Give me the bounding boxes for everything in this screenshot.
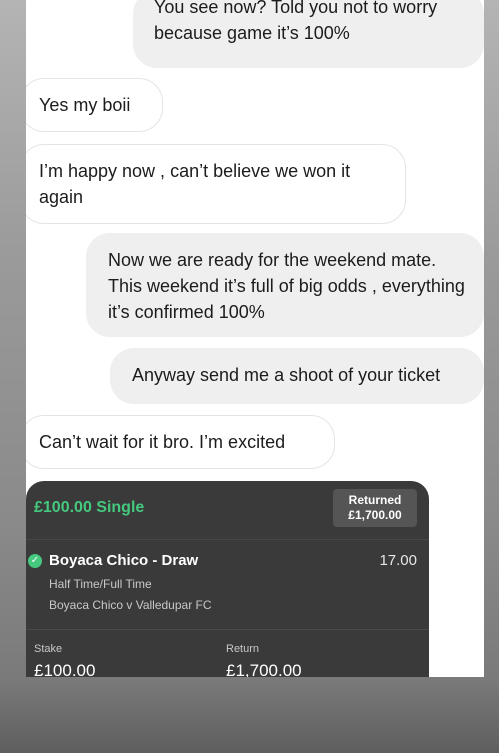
return-value: £1,700.00: [226, 661, 302, 677]
selection-name: Boyaca Chico - Draw: [49, 552, 199, 569]
selection-odds: 17.00: [379, 552, 417, 569]
message-text: Anyway send me a shoot of your ticket: [132, 365, 441, 385]
check-circle-icon: ✓: [28, 554, 42, 568]
bet-title: £100.00 Single: [34, 499, 145, 516]
message-bubble-incoming: Yes my boii: [26, 78, 163, 132]
bet-selection: ✓ Boyaca Chico - Draw 17.00 Half Time/Fu…: [26, 539, 429, 630]
message-text: Yes my boii: [39, 95, 131, 115]
message-bubble-outgoing: Now we are ready for the weekend mate. T…: [86, 233, 484, 337]
selection-market: Half Time/Full Time: [49, 577, 152, 591]
returned-value: £1,700.00: [348, 508, 402, 522]
returned-label: Returned: [348, 493, 402, 507]
bet-ticket-header: £100.00 Single Returned £1,700.00: [26, 481, 429, 540]
message-bubble-incoming: I’m happy now , can’t believe we won it …: [26, 144, 406, 224]
message-text: Can’t wait for it bro. I’m excited: [39, 432, 286, 452]
stake-value: £100.00: [34, 661, 96, 677]
message-bubble-outgoing: Anyway send me a shoot of your ticket: [110, 348, 484, 404]
message-bubble-outgoing: You see now? Told you not to worry becau…: [133, 0, 484, 68]
chat-screenshot: You see now? Told you not to worry becau…: [26, 0, 484, 677]
bet-ticket: £100.00 Single Returned £1,700.00 ✓ Boya…: [26, 481, 429, 677]
selection-event: Boyaca Chico v Valledupar FC: [49, 598, 212, 612]
message-text: You see now? Told you not to worry becau…: [154, 0, 438, 43]
message-text: I’m happy now , can’t believe we won it …: [39, 161, 351, 207]
returned-badge: Returned £1,700.00: [333, 489, 417, 527]
stake-label: Stake: [34, 643, 63, 655]
return-label: Return: [226, 643, 260, 655]
message-text: Now we are ready for the weekend mate. T…: [108, 250, 465, 322]
message-bubble-incoming: Can’t wait for it bro. I’m excited: [26, 415, 335, 469]
